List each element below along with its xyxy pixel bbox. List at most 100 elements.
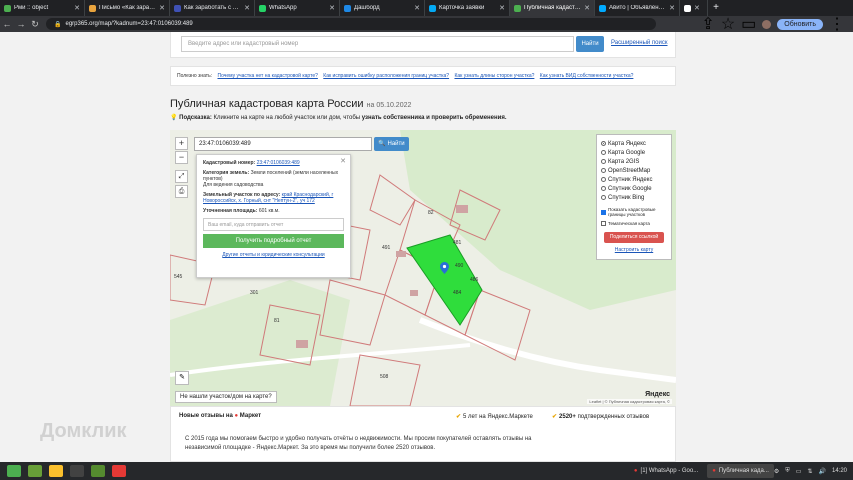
- help-link[interactable]: Почему участка нет на кадастровой карте?: [217, 73, 317, 79]
- share-link-button[interactable]: Поделиться ссылкой: [604, 232, 664, 243]
- start-menu-icon[interactable]: [7, 465, 21, 477]
- tab-close-icon[interactable]: ✕: [694, 4, 700, 12]
- clock: 14:20: [831, 468, 847, 474]
- thematic-map-toggle[interactable]: Тематическая карта: [601, 219, 667, 228]
- keyboard-layout-icon[interactable]: ▭: [796, 468, 802, 475]
- cadastral-map[interactable]: 82 491 481 484 486 490 301 81 508 545 + …: [170, 130, 676, 406]
- parcel-info-popup: ✕ Кадастровый номер: 23:47:0106039:489 К…: [196, 154, 351, 278]
- map-search-input[interactable]: 23:47:0106039:489: [194, 137, 372, 151]
- settings-icon[interactable]: ⚙: [774, 468, 779, 475]
- tab-favicon-icon: [89, 4, 96, 12]
- radio-icon: [601, 168, 606, 173]
- browser-tab[interactable]: Письмо «Как заработать с Пра✕: [85, 0, 170, 16]
- other-reports-link[interactable]: Другие отчеты и юридические консультации: [222, 252, 324, 258]
- layer-option[interactable]: Спутник Яндекс: [601, 175, 667, 184]
- tab-favicon-icon: [514, 4, 521, 12]
- zoom-out-button[interactable]: −: [175, 151, 188, 164]
- parcel-number: 545: [174, 274, 183, 280]
- print-icon[interactable]: ⎙: [175, 185, 188, 198]
- hint-line: 💡 Подсказка: Кликните на карте на любой …: [170, 115, 507, 121]
- advanced-search-link[interactable]: Расширенный поиск: [611, 40, 668, 46]
- layer-option[interactable]: Спутник Bing: [601, 193, 667, 202]
- tab-close-icon[interactable]: ✕: [414, 4, 420, 12]
- tab-close-icon[interactable]: ✕: [329, 4, 335, 12]
- zoom-in-button[interactable]: +: [175, 137, 188, 150]
- folder-icon[interactable]: [91, 465, 105, 477]
- map-pin-icon[interactable]: [440, 262, 449, 274]
- help-prefix: Полезно знать:: [177, 73, 213, 79]
- parcel-number: 484: [453, 290, 462, 296]
- find-button[interactable]: Найти: [576, 36, 604, 52]
- market-years-badge: ✔ 5 лет на Яндекс.Маркете: [456, 414, 533, 420]
- tab-close-icon[interactable]: ✕: [159, 4, 165, 12]
- chrome-icon[interactable]: [112, 465, 126, 477]
- browser-tab[interactable]: Авито | Объявления с ✕: [595, 0, 680, 16]
- lock-icon: 🔒: [54, 21, 62, 28]
- get-report-button[interactable]: Получить подробный отчет: [203, 234, 344, 248]
- back-icon[interactable]: ←: [0, 19, 14, 29]
- map-find-button[interactable]: 🔍 Найти: [374, 137, 409, 151]
- tab-close-icon[interactable]: ✕: [584, 4, 590, 12]
- star-icon[interactable]: ☆: [721, 14, 735, 34]
- reviews-count-badge: ✔ 2520+ подтвержденных отзывов: [552, 414, 650, 420]
- tab-close-icon[interactable]: ✕: [499, 4, 505, 12]
- url-text: egrp365.org/map/?kadnum=23:47:0106039:48…: [65, 21, 193, 27]
- tab-favicon-icon: [344, 4, 351, 12]
- cadastral-borders-toggle[interactable]: Показать кадастровые границы участков: [601, 205, 667, 219]
- browser-tab[interactable]: Карточка заявки ✕: [425, 0, 510, 16]
- check-icon: ✔: [456, 414, 462, 420]
- radio-icon: [601, 150, 606, 155]
- fullscreen-icon[interactable]: ⤢: [175, 170, 188, 183]
- sidebar-icon[interactable]: ▭: [741, 14, 756, 34]
- layer-option[interactable]: OpenStreetMap: [601, 166, 667, 175]
- parcel-number: 301: [250, 290, 259, 296]
- cadastral-number-link[interactable]: 23:47:0106039:489: [257, 160, 300, 166]
- map-settings-link[interactable]: Настроить карту: [601, 247, 667, 253]
- browser-tab[interactable]: Рми :: object ✕: [0, 0, 85, 16]
- files-icon[interactable]: [49, 465, 63, 477]
- taskbar-task[interactable]: ● [1] WhatsApp - Goo...: [629, 464, 703, 478]
- help-link[interactable]: Как узнать длины сторон участка?: [454, 73, 534, 79]
- parcel-number: 490: [455, 263, 464, 269]
- address-search-input[interactable]: Введите адрес или кадастровый номер: [181, 36, 574, 52]
- tab-favicon-icon: [684, 4, 691, 12]
- layer-option[interactable]: Карта Яндекс: [601, 139, 667, 148]
- browser-tab[interactable]: WhatsApp ✕: [255, 0, 340, 16]
- layer-option[interactable]: Карта 2GIS: [601, 157, 667, 166]
- page-content: Введите адрес или кадастровый номер Найт…: [0, 32, 853, 462]
- check-icon: ✔: [552, 414, 558, 420]
- show-desktop-icon[interactable]: [28, 465, 42, 477]
- more-menu-icon[interactable]: ⋮: [829, 14, 845, 34]
- help-link[interactable]: Как исправить ошибку расположения границ…: [323, 73, 449, 79]
- network-icon[interactable]: ⇅: [807, 468, 812, 475]
- browser-tab[interactable]: Как заработать с Грс ✕: [170, 0, 255, 16]
- forward-icon[interactable]: →: [14, 19, 28, 29]
- volume-icon[interactable]: 🔊: [819, 468, 826, 475]
- browser-tab-active[interactable]: Публичная кадастрова✕: [510, 0, 595, 16]
- reviews-title: Новые отзывы на ● Маркет: [179, 413, 262, 419]
- close-icon[interactable]: ✕: [340, 157, 346, 165]
- report-email-input[interactable]: Ваш email, куда отправить отчет: [203, 218, 344, 231]
- layer-option[interactable]: Спутник Google: [601, 184, 667, 193]
- avatar[interactable]: [762, 19, 772, 29]
- ruler-icon[interactable]: ✎: [175, 371, 189, 385]
- taskbar-task-active[interactable]: ● Публичная када...: [707, 464, 774, 478]
- help-link[interactable]: Как узнать ВИД собственности участка?: [540, 73, 634, 79]
- radio-icon: [601, 159, 606, 164]
- shield-icon[interactable]: ⛨: [785, 468, 790, 475]
- map-layers-panel: Карта Яндекс Карта Google Карта 2GIS Ope…: [596, 134, 672, 260]
- address-bar[interactable]: 🔒 egrp365.org/map/?kadnum=23:47:0106039:…: [46, 18, 656, 30]
- parcel-number: 486: [470, 277, 479, 283]
- tab-close-icon[interactable]: ✕: [244, 4, 250, 12]
- browser-tab[interactable]: Дашборд ✕: [340, 0, 425, 16]
- checkbox-icon: [601, 209, 606, 215]
- not-found-button[interactable]: Не нашли участок/дом на карте?: [175, 391, 277, 403]
- update-button[interactable]: Обновить: [777, 18, 823, 30]
- tab-close-icon[interactable]: ✕: [669, 4, 675, 12]
- tab-close-icon[interactable]: ✕: [74, 4, 80, 12]
- reload-icon[interactable]: ↻: [28, 19, 42, 30]
- share-icon[interactable]: ⇪: [701, 14, 714, 34]
- checkbox-icon: [601, 221, 606, 226]
- layer-option[interactable]: Карта Google: [601, 148, 667, 157]
- terminal-icon[interactable]: [70, 465, 84, 477]
